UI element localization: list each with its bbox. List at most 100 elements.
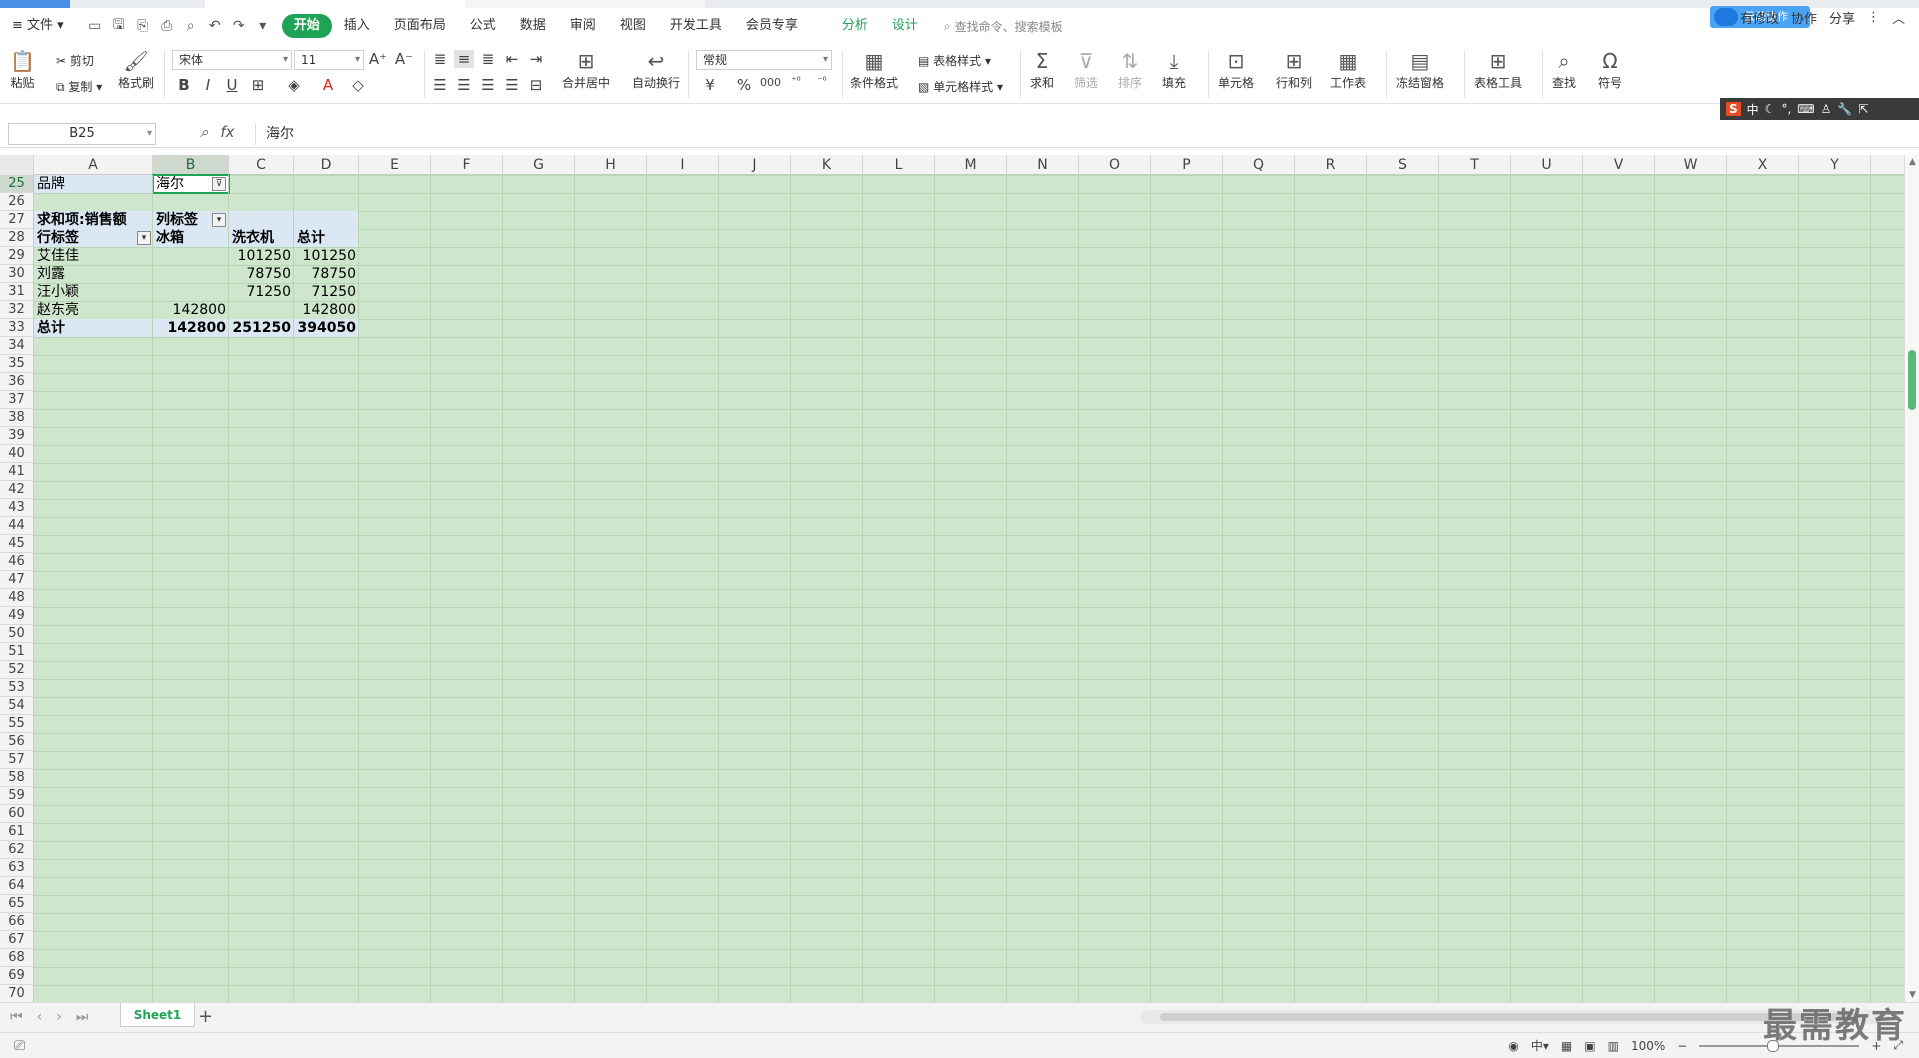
row-header[interactable]: 68	[0, 949, 33, 967]
pivot-row-name[interactable]: 汪小颖	[34, 283, 153, 301]
row-header[interactable]: 31	[0, 283, 33, 301]
fill-color-icon[interactable]: ◈	[284, 76, 304, 94]
vertical-scrollbar[interactable]: ▲ ▼	[1904, 155, 1919, 1002]
worksheet-button[interactable]: ▦ 工作表	[1330, 48, 1366, 91]
row-header[interactable]: 40	[0, 445, 33, 463]
keyboard-icon[interactable]: ⌨	[1797, 102, 1814, 116]
col-filter-dropdown-icon[interactable]: ▾	[212, 213, 226, 227]
pivot-grand-total-label[interactable]: 总计	[34, 319, 153, 337]
sort-button[interactable]: ⇅ 排序	[1118, 48, 1142, 91]
column-header[interactable]: P	[1151, 155, 1223, 175]
undo-icon[interactable]: ↶	[206, 18, 224, 34]
column-header[interactable]: Q	[1223, 155, 1295, 175]
align-left-icon[interactable]: ☰	[430, 76, 450, 94]
symbol-button[interactable]: Ω 符号	[1598, 48, 1622, 91]
row-header[interactable]: 51	[0, 643, 33, 661]
align-top-icon[interactable]: ≣	[430, 50, 450, 68]
export-icon[interactable]: ⎘	[134, 18, 152, 34]
tab-review[interactable]: 审阅	[558, 14, 608, 38]
sync-status[interactable]: 有修改	[1740, 8, 1779, 27]
select-all-corner[interactable]	[0, 155, 34, 175]
pivot-grand-total-washer[interactable]: 251250	[229, 319, 294, 337]
tab-home[interactable]: 开始	[281, 14, 332, 38]
tab-formulas[interactable]: 公式	[458, 14, 508, 38]
column-header[interactable]: T	[1439, 155, 1511, 175]
font-name-select[interactable]: 宋体	[172, 50, 292, 70]
row-header[interactable]: 44	[0, 517, 33, 535]
row-header[interactable]: 36	[0, 373, 33, 391]
column-header[interactable]: D	[294, 155, 359, 175]
align-right-icon[interactable]: ☰	[478, 76, 498, 94]
print-preview-icon[interactable]: ⌕	[182, 18, 200, 34]
pivot-row-total[interactable]: 101250	[294, 247, 359, 265]
italic-icon[interactable]: I	[198, 76, 218, 94]
pivot-row-washer[interactable]: 101250	[229, 247, 294, 265]
justify-icon[interactable]: ☰	[502, 76, 522, 94]
ime-expand-icon[interactable]: ⇱	[1858, 102, 1868, 116]
row-header[interactable]: 38	[0, 409, 33, 427]
column-header[interactable]: R	[1295, 155, 1367, 175]
pivot-row-total[interactable]: 142800	[294, 301, 359, 319]
page-break-view-icon[interactable]: ▥	[1608, 1039, 1619, 1053]
row-header[interactable]: 47	[0, 571, 33, 589]
wrench-icon[interactable]: 🔧	[1837, 102, 1852, 116]
column-header[interactable]: K	[791, 155, 863, 175]
row-header[interactable]: 65	[0, 895, 33, 913]
row-header[interactable]: 33	[0, 319, 33, 337]
shrink-font-icon[interactable]: A⁻	[394, 50, 414, 68]
currency-icon[interactable]: ¥	[700, 76, 720, 94]
scroll-up-icon[interactable]: ▲	[1905, 157, 1919, 167]
row-header[interactable]: 70	[0, 985, 33, 1002]
pivot-row-labels[interactable]: 行标签	[34, 229, 153, 247]
pivot-header-total[interactable]: 总计	[294, 229, 359, 247]
column-header[interactable]: V	[1583, 155, 1655, 175]
row-header[interactable]: 63	[0, 859, 33, 877]
align-center-icon[interactable]: ☰	[454, 76, 474, 94]
row-header[interactable]: 29	[0, 247, 33, 265]
column-header[interactable]: A	[34, 155, 153, 175]
column-header[interactable]: B	[153, 155, 229, 175]
column-header[interactable]: M	[935, 155, 1007, 175]
wrap-text-button[interactable]: ↩ 自动换行	[632, 48, 680, 91]
save-icon[interactable]: 🖫	[110, 14, 128, 38]
bold-icon[interactable]: B	[174, 76, 194, 94]
normal-view-icon[interactable]: ▦	[1561, 1039, 1572, 1053]
formula-input[interactable]: 海尔	[255, 123, 1915, 145]
row-header[interactable]: 53	[0, 679, 33, 697]
column-header[interactable]: X	[1727, 155, 1799, 175]
tab-analyze[interactable]: 分析	[830, 14, 880, 38]
row-header[interactable]: 54	[0, 697, 33, 715]
indent-increase-icon[interactable]: ⇥	[526, 50, 546, 68]
name-box[interactable]: B25	[8, 123, 156, 145]
row-header[interactable]: 59	[0, 787, 33, 805]
redo-icon[interactable]: ↷	[230, 18, 248, 34]
conditional-format-button[interactable]: ▦ 条件格式	[850, 48, 898, 91]
user-icon[interactable]: ♙	[1821, 102, 1832, 116]
row-header[interactable]: 34	[0, 337, 33, 355]
pivot-row-washer[interactable]: 78750	[229, 265, 294, 283]
tab-design[interactable]: 设计	[880, 14, 930, 38]
pivot-row-fridge[interactable]	[153, 283, 229, 301]
pivot-row-name[interactable]: 赵东亮	[34, 301, 153, 319]
zoom-formula-icon[interactable]: ⌕	[200, 123, 208, 141]
column-header[interactable]: L	[863, 155, 935, 175]
pivot-row-name[interactable]: 艾佳佳	[34, 247, 153, 265]
other-tab[interactable]	[465, 0, 705, 8]
row-header[interactable]: 39	[0, 427, 33, 445]
share-button[interactable]: 分享	[1829, 8, 1855, 27]
ime-lang[interactable]: 中	[1747, 101, 1759, 118]
filter-button[interactable]: ⊽ 筛选	[1074, 48, 1098, 91]
row-header[interactable]: 43	[0, 499, 33, 517]
row-header[interactable]: 58	[0, 769, 33, 787]
row-header[interactable]: 42	[0, 481, 33, 499]
horizontal-scroll-thumb[interactable]	[1160, 1013, 1860, 1021]
collapse-ribbon-icon[interactable]: ︿	[1892, 8, 1905, 27]
zoom-level[interactable]: 100%	[1631, 1039, 1665, 1053]
row-header[interactable]: 69	[0, 967, 33, 985]
find-button[interactable]: ⌕ 查找	[1552, 48, 1576, 91]
font-size-select[interactable]: 11	[294, 50, 364, 70]
workbook-tab[interactable]	[205, 0, 465, 8]
row-header[interactable]: 41	[0, 463, 33, 481]
column-header[interactable]: J	[719, 155, 791, 175]
pivot-values-label[interactable]: 求和项:销售额	[34, 211, 153, 229]
